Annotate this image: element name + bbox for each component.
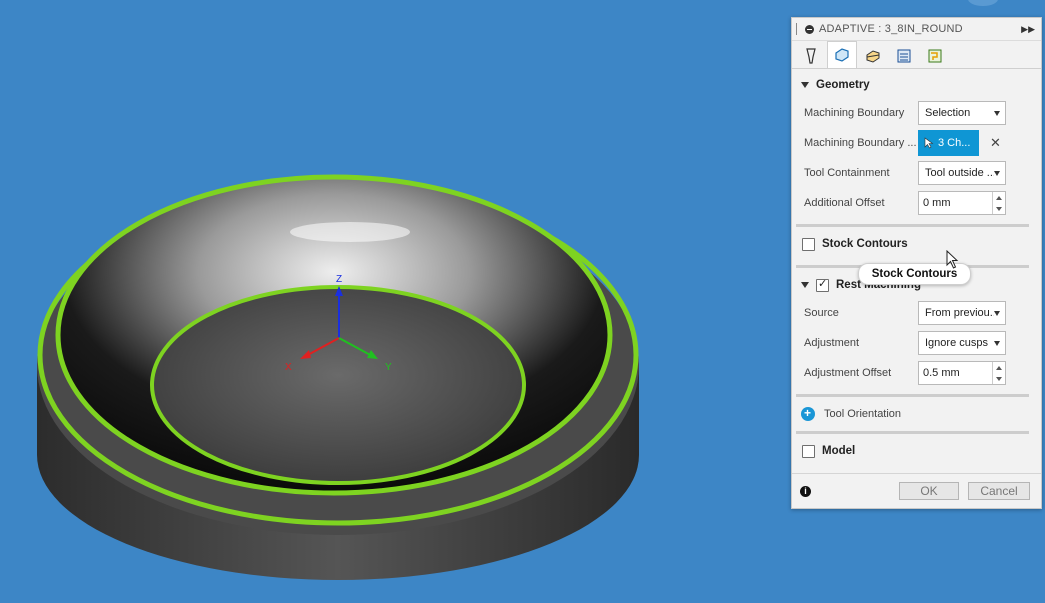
pointer-icon bbox=[924, 137, 934, 149]
tool-icon bbox=[806, 48, 816, 64]
additional-offset-value: 0 mm bbox=[923, 197, 951, 209]
info-icon[interactable]: i bbox=[800, 485, 811, 497]
rest-machining-checkbox[interactable] bbox=[816, 277, 829, 292]
collapse-triangle-icon bbox=[801, 282, 809, 288]
spin-down-icon[interactable] bbox=[996, 206, 1002, 211]
machining-boundary-select[interactable]: Selection bbox=[918, 101, 1006, 125]
spin-up-icon[interactable] bbox=[996, 195, 1002, 200]
section-divider bbox=[796, 224, 1029, 227]
source-value: From previou... bbox=[925, 307, 994, 319]
tool-orientation-icon bbox=[801, 406, 815, 421]
model-label: Model bbox=[822, 445, 856, 457]
boundary-selection-row: Machining Boundary ... 3 Ch... ✕ bbox=[792, 128, 1041, 158]
section-divider bbox=[796, 431, 1029, 434]
additional-offset-input[interactable]: 0 mm bbox=[918, 191, 1006, 215]
tool-containment-value: Tool outside ... bbox=[925, 167, 994, 179]
tool-orientation-label: Tool Orientation bbox=[824, 408, 902, 420]
tool-containment-row: Tool Containment Tool outside ... bbox=[792, 158, 1041, 188]
spinner-arrows[interactable] bbox=[992, 362, 1005, 384]
boundary-selection-label: Machining Boundary ... bbox=[804, 137, 917, 149]
stock-contours-label: Stock Contours bbox=[822, 238, 908, 250]
tab-heights[interactable] bbox=[858, 43, 888, 68]
adjustment-offset-row: Adjustment Offset 0.5 mm bbox=[792, 358, 1041, 388]
tab-passes[interactable] bbox=[889, 43, 919, 68]
tab-linking[interactable] bbox=[920, 43, 950, 68]
adjustment-offset-input[interactable]: 0.5 mm bbox=[918, 361, 1006, 385]
spin-up-icon[interactable] bbox=[996, 365, 1002, 370]
adjustment-label: Adjustment bbox=[804, 337, 860, 349]
boundary-selection-button[interactable]: 3 Ch... bbox=[918, 130, 979, 156]
geometry-icon bbox=[835, 48, 849, 62]
additional-offset-row: Additional Offset 0 mm bbox=[792, 188, 1041, 218]
passes-icon bbox=[897, 49, 911, 63]
adjustment-value: Ignore cusps bbox=[925, 337, 988, 349]
model-checkbox[interactable] bbox=[802, 444, 815, 458]
machining-boundary-row: Machining Boundary Selection bbox=[792, 98, 1041, 128]
cancel-button[interactable]: Cancel bbox=[968, 482, 1030, 500]
machining-boundary-value: Selection bbox=[925, 107, 971, 119]
tool-containment-select[interactable]: Tool outside ... bbox=[918, 161, 1006, 185]
stop-icon bbox=[805, 24, 814, 34]
panel-title: ADAPTIVE : 3_8IN_ROUND bbox=[819, 23, 963, 35]
adjustment-select[interactable]: Ignore cusps bbox=[918, 331, 1006, 355]
machining-boundary-label: Machining Boundary bbox=[804, 107, 905, 119]
ok-button[interactable]: OK bbox=[899, 482, 959, 500]
geometry-section-title: Geometry bbox=[816, 79, 870, 91]
linking-icon bbox=[928, 49, 942, 63]
operation-tabs bbox=[792, 41, 1041, 69]
source-row: Source From previou... bbox=[792, 298, 1041, 328]
dropdown-caret-icon bbox=[994, 110, 1000, 116]
panel-footer: i OK Cancel bbox=[792, 473, 1041, 508]
panel-titlebar[interactable]: ADAPTIVE : 3_8IN_ROUND ▶▶ bbox=[792, 18, 1041, 41]
boundary-selection-value: 3 Ch... bbox=[938, 137, 971, 149]
collapse-triangle-icon bbox=[801, 82, 809, 88]
model-section-header[interactable]: Model bbox=[792, 438, 1041, 464]
source-select[interactable]: From previou... bbox=[918, 301, 1006, 325]
z-axis-label: Z bbox=[336, 274, 342, 285]
dropdown-caret-icon bbox=[994, 170, 1000, 176]
adjustment-offset-label: Adjustment Offset bbox=[804, 367, 892, 379]
heights-icon bbox=[866, 50, 880, 63]
geometry-section-header[interactable]: Geometry bbox=[792, 72, 1041, 98]
additional-offset-label: Additional Offset bbox=[804, 197, 885, 209]
tab-geometry[interactable] bbox=[827, 41, 857, 68]
tab-tool[interactable] bbox=[796, 43, 826, 68]
expand-panel-icon[interactable]: ▶▶ bbox=[1021, 24, 1035, 35]
stock-contours-checkbox[interactable] bbox=[802, 237, 815, 251]
clear-selection-icon[interactable]: ✕ bbox=[990, 135, 1001, 151]
tool-containment-label: Tool Containment bbox=[804, 167, 890, 179]
bowl-highlight bbox=[290, 222, 410, 242]
spin-down-icon[interactable] bbox=[996, 376, 1002, 381]
adjustment-row: Adjustment Ignore cusps bbox=[792, 328, 1041, 358]
spinner-arrows[interactable] bbox=[992, 192, 1005, 214]
mouse-cursor-icon bbox=[946, 250, 959, 269]
stock-contours-section-header[interactable]: Stock Contours bbox=[792, 231, 1041, 257]
dropdown-caret-icon bbox=[994, 340, 1000, 346]
dropdown-caret-icon bbox=[994, 310, 1000, 316]
source-label: Source bbox=[804, 307, 839, 319]
y-axis-label: Y bbox=[385, 362, 392, 373]
adjustment-offset-value: 0.5 mm bbox=[923, 367, 960, 379]
tool-orientation-section-header[interactable]: Tool Orientation bbox=[792, 401, 1041, 427]
panel-grip-handle[interactable] bbox=[796, 23, 799, 35]
section-divider bbox=[796, 394, 1029, 397]
x-axis-label: X bbox=[285, 362, 292, 373]
